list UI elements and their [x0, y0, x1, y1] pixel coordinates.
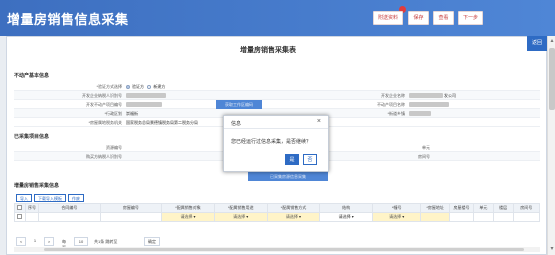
attachments-button[interactable]: 附送资料	[373, 11, 403, 25]
get-workspace-code-button[interactable]: 获取工作区编码	[216, 100, 262, 109]
address-input[interactable]	[420, 212, 450, 222]
select-placeholder: 请选择	[180, 214, 193, 219]
project-number-value	[126, 102, 162, 107]
project-name-label: 不动产项目名称	[377, 102, 405, 107]
dialog-no-button[interactable]: 否	[303, 154, 317, 165]
dev-name-value	[409, 93, 443, 98]
buyer-id-label: 购买方纳税人识别号	[86, 154, 122, 159]
sales-object-select[interactable]: 请选择 ▾	[161, 212, 215, 222]
table-row: 请选择 ▾ 请选择 ▾ 请选择 ▾ 请选择 ▾ 请选择 ▾	[14, 212, 541, 222]
verify-radio-2[interactable]	[147, 84, 152, 89]
col-header: 楼层	[492, 203, 514, 213]
row-select-cell	[14, 212, 26, 222]
select-placeholder: 请选择	[389, 214, 402, 219]
col-header: *房屋地址	[420, 203, 450, 213]
project-name-value	[409, 102, 449, 107]
verify-radio-1[interactable]	[126, 84, 130, 89]
dev-taxpayer-id-value	[126, 93, 166, 98]
close-icon[interactable]: ×	[317, 118, 321, 125]
section-basic-header: 不动产基本信息	[14, 73, 50, 79]
section-collected-header: 已采集项目信息	[14, 134, 50, 140]
dev-name-label: 开发企业名称	[381, 93, 405, 98]
page-title: 增量房销售采集表	[240, 47, 296, 54]
col-header: *配属销售对象	[161, 203, 215, 213]
app-title: 增量房销售信息采集	[7, 12, 129, 27]
select-all-cell	[14, 203, 26, 213]
table-cell	[492, 212, 514, 222]
page-size-select[interactable]: 10	[74, 237, 88, 246]
col-header: 房屋编号	[99, 203, 163, 213]
col-header: 房屋楼号	[448, 203, 475, 213]
table-cell	[99, 212, 163, 222]
verify-option-2-label: 新建方	[153, 84, 166, 89]
total-text: 共1条 跳转至	[94, 239, 118, 244]
select-all-checkbox[interactable]	[17, 205, 23, 210]
exit-button[interactable]: 返回	[527, 36, 547, 51]
dev-name-suffix: 发公司	[444, 93, 456, 98]
collected-listing-link[interactable]: 已采集房源信息采集	[248, 172, 328, 181]
contract-number-label: 资源编号	[106, 145, 122, 150]
vertical-scrollbar[interactable]: ▴ ▾	[547, 36, 555, 255]
street-label: *街道乡镇	[387, 111, 405, 116]
table-cell	[38, 212, 101, 222]
select-placeholder: 请选择	[338, 214, 351, 219]
void-button[interactable]: 作废	[68, 194, 84, 202]
dialog-yes-button[interactable]: 是	[285, 154, 299, 165]
table-cell	[24, 212, 40, 222]
col-header: *幢号	[372, 203, 422, 213]
sales-use-select[interactable]: 请选择 ▾	[213, 212, 268, 222]
tax-authority-value: 国家税务总局景德镇税务局第二税务分局	[126, 120, 198, 125]
sales-method-select[interactable]: 请选择 ▾	[266, 212, 321, 222]
horizontal-scrollbar[interactable]	[14, 247, 540, 252]
next-step-button[interactable]: 下一步	[458, 11, 483, 25]
street-value	[409, 111, 431, 116]
prev-page-button[interactable]: <	[16, 237, 26, 246]
next-page-button[interactable]: >	[44, 237, 54, 246]
save-button[interactable]: 保存	[408, 11, 429, 25]
structure-select[interactable]: 请选择 ▾	[319, 212, 374, 222]
goto-confirm-button[interactable]: 确定	[144, 237, 160, 246]
dialog-header: 信息 ×	[224, 116, 328, 129]
verify-option-1-label: 验证方	[132, 84, 144, 89]
import-button[interactable]: 导入	[16, 194, 32, 202]
col-header: 结构	[319, 203, 374, 213]
col-header: *配属销售用途	[213, 203, 268, 213]
current-page: 1	[30, 237, 40, 246]
download-template-button[interactable]: 下载导入模板	[34, 194, 66, 202]
table-cell	[512, 212, 541, 222]
select-placeholder: 请选择	[285, 214, 298, 219]
table-header-row: 序号 合同编号 房屋编号 *配属销售对象 *配属销售用途 *配属销售方式 结构 …	[14, 203, 541, 213]
col-header: 合同编号	[38, 203, 101, 213]
confirm-dialog: 信息 × 您已经运行过信息采集，是否继续？ 是 否	[223, 115, 329, 172]
col-header: 单元	[473, 203, 494, 213]
verify-radio-group: 验证方 新建方	[126, 84, 165, 90]
tax-authority-label: *房屋属地税务机关	[88, 120, 122, 125]
section-table-header: 增量房销售采集信息	[14, 183, 60, 189]
col-header: 房间号	[512, 203, 541, 213]
view-button[interactable]: 查看	[433, 11, 454, 25]
select-placeholder: 请选择	[233, 214, 246, 219]
sales-table: 序号 合同编号 房屋编号 *配属销售对象 *配属销售用途 *配属销售方式 结构 …	[14, 203, 541, 222]
district-label: *行政区划	[104, 111, 122, 116]
col-header: *配属销售方式	[266, 203, 321, 213]
scroll-down-icon[interactable]: ▾	[549, 246, 555, 252]
col-header: 序号	[24, 203, 40, 213]
unit-label: 单元	[422, 145, 430, 150]
room-label: 房间号	[418, 154, 430, 159]
dialog-message: 您已经运行过信息采集，是否继续？	[231, 139, 312, 145]
scroll-up-icon[interactable]: ▴	[549, 38, 555, 44]
table-cell	[473, 212, 494, 222]
hscroll-thumb[interactable]	[44, 248, 524, 251]
vscroll-thumb[interactable]	[549, 48, 555, 110]
verify-type-label: *验证方式选择	[96, 84, 122, 89]
dev-taxpayer-id-label: 开发企业纳税人识别号	[82, 93, 122, 98]
row-checkbox[interactable]	[17, 214, 23, 219]
district-value: 崇福街	[126, 111, 138, 116]
dialog-title: 信息	[231, 121, 242, 127]
table-cell	[448, 212, 475, 222]
project-number-label: 开发不动产项目编号	[86, 102, 122, 107]
building-select[interactable]: 请选择 ▾	[372, 212, 422, 222]
